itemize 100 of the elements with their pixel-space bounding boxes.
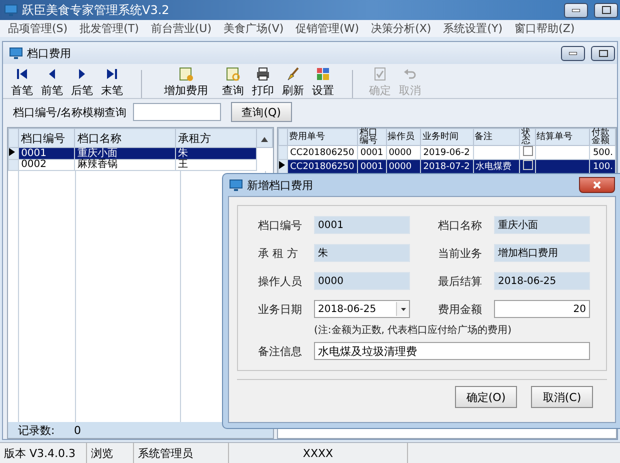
status-text: 系统管理员 [134, 443, 229, 463]
menu-item[interactable]: 品项管理(S) [2, 21, 74, 36]
restore-button[interactable] [591, 46, 615, 60]
table-row[interactable]: 0001 重庆小面 朱 [8, 148, 272, 160]
status-checkbox[interactable] [522, 146, 532, 156]
table-row[interactable]: 0002 麻辣香锅 王 [8, 160, 272, 170]
column-header[interactable]: 付款金额 [590, 128, 616, 146]
restore-icon [598, 50, 608, 56]
note-add-icon [178, 66, 194, 82]
menu-item[interactable]: 窗口帮助(Z) [508, 21, 581, 36]
readonly-field: 2018-06-25 [494, 272, 590, 290]
field-label: 备注信息 [258, 344, 303, 358]
field-label: 操作人员 [258, 274, 303, 288]
window-title: 跃臣美食专家管理系统V3.2 [22, 2, 170, 18]
status-checkbox[interactable] [522, 160, 532, 170]
print-toolbar-button[interactable]: 打印 [248, 66, 278, 98]
query-toolbar-button[interactable]: 查询 [218, 66, 248, 98]
note-search-icon [225, 66, 241, 82]
row-pointer-icon [9, 148, 15, 156]
add-toolbar-button[interactable]: 增加费用 [154, 66, 218, 98]
field-label: 业务日期 [258, 302, 303, 316]
table-cell: 水电煤费 [473, 160, 520, 174]
readonly-field: 0000 [314, 272, 410, 290]
column-header[interactable]: 承租方 [176, 128, 256, 148]
table-cell: 0002 [18, 160, 75, 170]
menu-item[interactable]: 决策分析(X) [365, 21, 438, 36]
column-header[interactable]: 备注 [473, 128, 520, 146]
refresh-toolbar-button[interactable]: 刷新 [278, 66, 308, 98]
field-label: 费用金额 [438, 302, 483, 316]
prev-toolbar-button[interactable]: 前笔 [37, 66, 67, 98]
field-label: 档口名称 [438, 218, 483, 232]
record-count-value: 0 [74, 424, 81, 436]
menu-item[interactable]: 系统设置(Y) [437, 21, 509, 36]
minimize-button[interactable] [561, 46, 585, 60]
window-icon [9, 46, 23, 60]
field-label: 档口编号 [258, 218, 303, 232]
table-cell: 2018-07-2 [420, 160, 474, 174]
row-pointer-icon [279, 161, 285, 169]
status-text: 浏览 [87, 443, 134, 463]
printer-icon [255, 66, 271, 82]
settings-toolbar-button[interactable]: 设置 [308, 66, 338, 98]
search-button[interactable]: 查询(Q) [230, 102, 292, 122]
table-cell: 0001 [18, 148, 75, 160]
readonly-field: 0001 [314, 216, 410, 234]
column-header[interactable]: 业务时间 [420, 128, 474, 146]
table-cell: 0000 [386, 160, 421, 174]
table-cell: CC201806250 [288, 160, 358, 174]
table-cell: 朱 [176, 148, 256, 160]
column-header[interactable]: 档口编号 [18, 128, 75, 148]
column-header[interactable]: 档口名称 [74, 128, 176, 148]
undo-arrow-icon [402, 66, 418, 82]
child-window-title: 档口费用 [27, 46, 72, 60]
first-toolbar-button[interactable]: 首笔 [7, 66, 37, 98]
remark-field[interactable]: 水电煤及垃圾清理费 [314, 342, 590, 360]
readonly-field: 重庆小面 [494, 216, 590, 234]
record-count-label: 记录数: [18, 422, 56, 438]
close-button[interactable] [579, 177, 615, 193]
status-text: 版本 V3.4.0.3 [0, 443, 87, 463]
app-icon [4, 4, 18, 16]
menu-item[interactable]: 批发管理(T) [74, 21, 145, 36]
table-cell [535, 160, 590, 174]
menu-item[interactable]: 美食广场(V) [218, 21, 290, 36]
column-header[interactable]: 结算单号 [535, 128, 590, 146]
ok-button[interactable]: 确定(O) [455, 386, 517, 408]
maximize-icon [602, 6, 610, 14]
amount-field[interactable]: 20 [494, 300, 590, 318]
search-label: 档口编号/名称模糊查询 [13, 104, 127, 120]
skip-forward-icon [104, 66, 120, 82]
dropdown-arrow-icon[interactable] [400, 308, 406, 310]
menu-item[interactable]: 促销管理(W) [290, 21, 366, 36]
last-toolbar-button[interactable]: 末笔 [97, 66, 127, 98]
cancel-button[interactable]: 取消(C) [531, 386, 593, 408]
scroll-up-icon[interactable] [260, 136, 268, 142]
table-cell: 重庆小面 [74, 148, 176, 160]
readonly-field: 朱 [314, 244, 410, 262]
column-header[interactable]: 费用单号 [288, 128, 358, 146]
menu-item[interactable]: 前台营业(U) [144, 21, 218, 36]
brush-icon [285, 66, 301, 82]
column-header[interactable]: 操作员 [386, 128, 421, 146]
dialog-title: 新增档口费用 [247, 178, 314, 192]
close-icon [593, 181, 601, 189]
minimize-button[interactable] [564, 2, 588, 18]
search-field[interactable] [132, 103, 221, 121]
column-header[interactable]: 档口编号 [358, 128, 386, 146]
readonly-field: 增加档口费用 [494, 244, 590, 262]
date-field[interactable]: 2018-06-25 [314, 300, 410, 318]
check-document-icon [372, 66, 388, 82]
minimize-icon [569, 52, 577, 54]
note-text: (注:金额为正数, 代表档口应付给广场的费用) [313, 324, 513, 337]
minimize-icon [572, 8, 580, 12]
field-label: 最后结算 [438, 274, 483, 288]
settings-icon [315, 66, 331, 82]
field-label: 当前业务 [438, 246, 483, 260]
table-cell: 王 [176, 160, 256, 170]
status-text: XXXX [229, 443, 408, 463]
next-toolbar-button[interactable]: 后笔 [67, 66, 97, 98]
table-cell: 麻辣香锅 [74, 160, 176, 170]
maximize-button[interactable] [594, 2, 618, 18]
column-header[interactable]: 状态 [520, 128, 536, 146]
skip-back-icon [14, 66, 30, 82]
